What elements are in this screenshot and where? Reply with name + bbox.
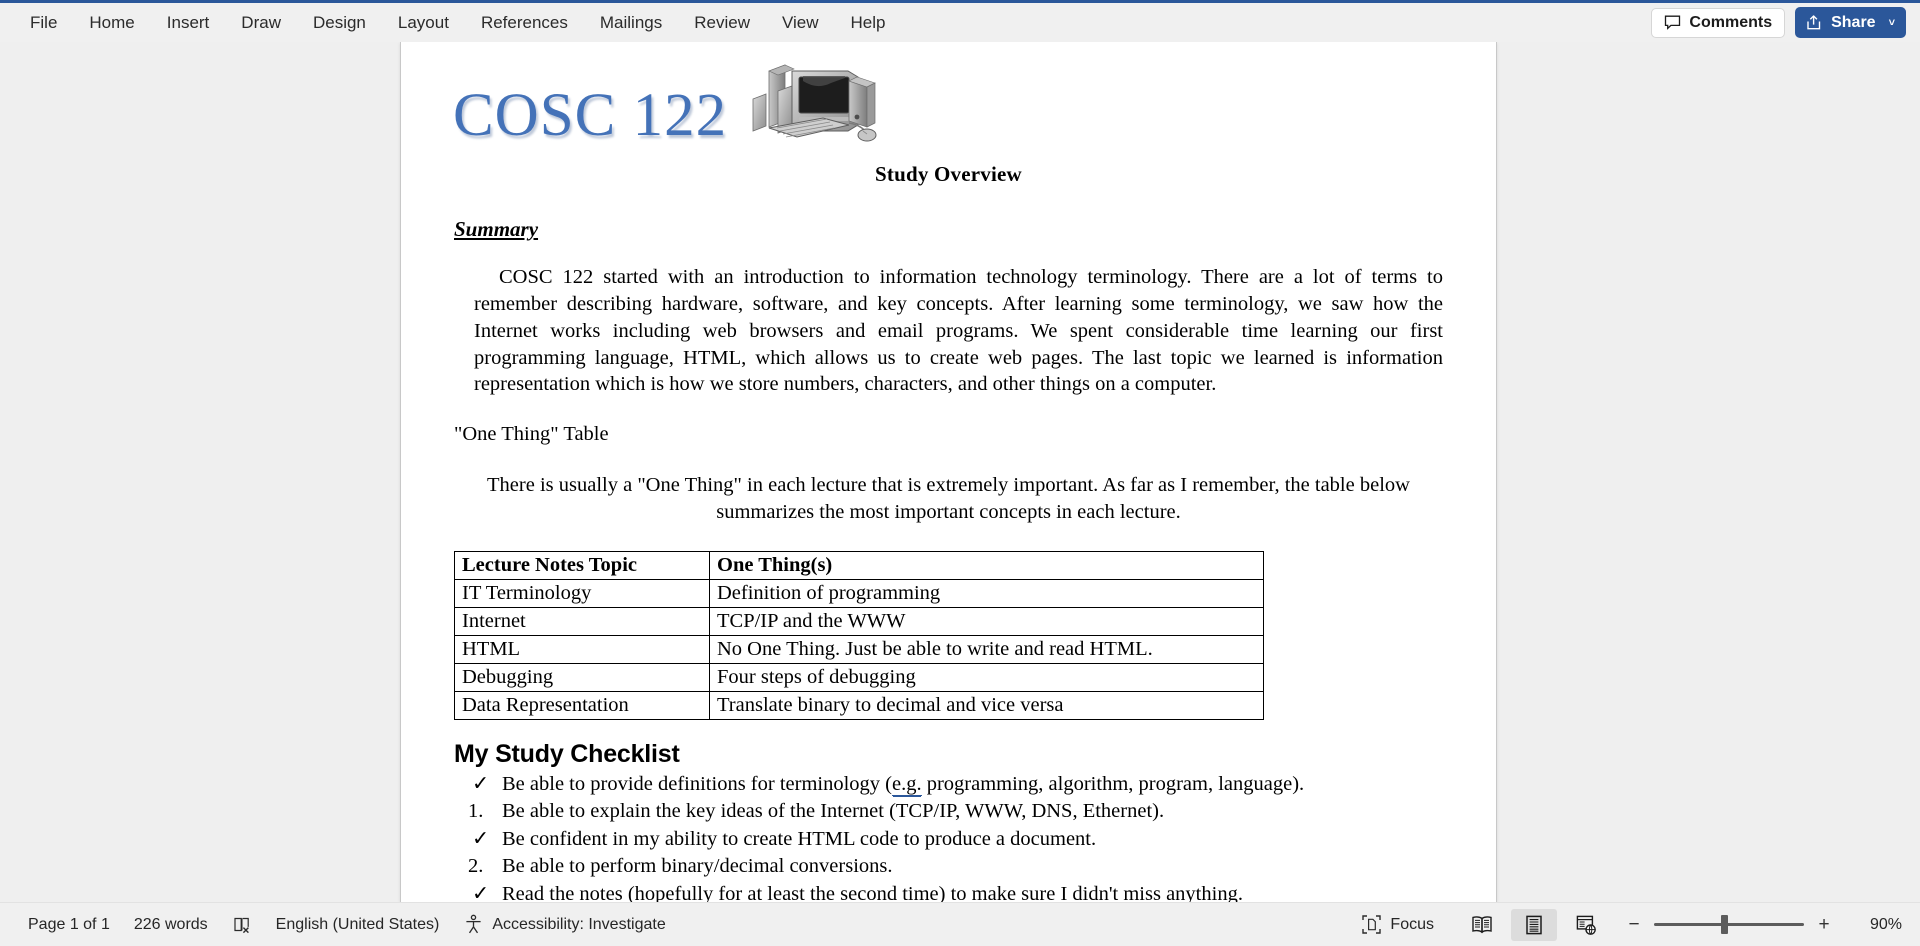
- summary-heading: Summary: [454, 217, 539, 241]
- table-row: Data Representation Translate binary to …: [454, 690, 1264, 720]
- document-page[interactable]: COSC 122 Study Overview Summary COSC 122…: [400, 42, 1497, 902]
- ribbon-tabs: File Home Insert Draw Design Layout Refe…: [0, 8, 902, 37]
- word-count-status[interactable]: 226 words: [122, 912, 220, 938]
- table-cell-topic: HTML: [454, 634, 710, 664]
- focus-label: Focus: [1390, 915, 1434, 933]
- print-layout-icon: [1524, 914, 1544, 936]
- list-item-text-before: Be able to provide definitions for termi…: [502, 772, 892, 795]
- document-header-banner: COSC 122: [446, 42, 1451, 150]
- proofing-status[interactable]: [220, 911, 264, 939]
- check-marker-icon: ✓: [472, 772, 490, 795]
- document-canvas: COSC 122 Study Overview Summary COSC 122…: [0, 42, 1920, 902]
- tab-view[interactable]: View: [766, 8, 835, 37]
- tab-references[interactable]: References: [465, 8, 584, 37]
- desktop-computer-clipart-icon: [745, 55, 893, 148]
- print-layout-button[interactable]: [1511, 908, 1557, 941]
- status-bar-right: Focus − + 90%: [1351, 908, 1920, 941]
- status-bar-left: Page 1 of 1 226 words English (United St…: [0, 910, 678, 939]
- page-content: COSC 122 Study Overview Summary COSC 122…: [401, 42, 1496, 902]
- list-item-text: Be able to explain the key ideas of the …: [502, 800, 1165, 823]
- tab-design[interactable]: Design: [297, 8, 382, 37]
- checklist-heading: My Study Checklist: [454, 739, 680, 768]
- zoom-slider[interactable]: [1654, 915, 1804, 934]
- table-cell-onething: Four steps of debugging: [709, 662, 1264, 692]
- table-cell-onething: Translate binary to decimal and vice ver…: [709, 690, 1264, 720]
- table-intro-paragraph: There is usually a "One Thing" in each l…: [487, 474, 1410, 523]
- table-row: HTML No One Thing. Just be able to write…: [454, 634, 1264, 664]
- table-header-row: Lecture Notes Topic One Thing(s): [454, 550, 1264, 580]
- list-item: 1. Be able to explain the key ideas of t…: [446, 798, 1451, 825]
- web-layout-icon: [1575, 914, 1597, 936]
- accessibility-icon: [463, 914, 484, 935]
- ribbon-actions: Comments Share ˅: [1651, 7, 1920, 38]
- table-cell-topic: IT Terminology: [454, 578, 710, 608]
- comments-button[interactable]: Comments: [1651, 7, 1786, 38]
- share-arrow-icon: [1806, 14, 1823, 31]
- comment-bubble-icon: [1664, 14, 1681, 31]
- zoom-level-label[interactable]: 90%: [1860, 916, 1902, 934]
- focus-mode-icon: [1361, 914, 1382, 935]
- tab-layout[interactable]: Layout: [382, 8, 465, 37]
- table-cell-onething: Definition of programming: [709, 578, 1264, 608]
- table-cell-topic: Data Representation: [454, 690, 710, 720]
- list-item-text: Read the notes (hopefully for at least t…: [502, 883, 1243, 902]
- table-cell-topic: Internet: [454, 606, 710, 636]
- list-item-text: Be confident in my ability to create HTM…: [502, 827, 1097, 850]
- page-number-label: Page 1 of 1: [28, 915, 110, 933]
- tab-help[interactable]: Help: [835, 8, 902, 37]
- tab-mailings[interactable]: Mailings: [584, 8, 678, 37]
- table-cell-onething: TCP/IP and the WWW: [709, 606, 1264, 636]
- tab-draw[interactable]: Draw: [225, 8, 297, 37]
- zoom-slider-thumb[interactable]: [1721, 915, 1728, 934]
- zoom-control: − + 90%: [1626, 914, 1902, 936]
- list-item-text: Be able to perform binary/decimal conver…: [502, 855, 893, 878]
- table-header-topic: Lecture Notes Topic: [454, 550, 710, 580]
- read-mode-button[interactable]: [1459, 909, 1505, 941]
- number-marker: 2.: [468, 855, 484, 878]
- tab-home[interactable]: Home: [73, 8, 150, 37]
- tab-insert[interactable]: Insert: [151, 8, 226, 37]
- share-label: Share: [1831, 13, 1876, 31]
- language-status[interactable]: English (United States): [264, 912, 452, 938]
- chevron-down-icon[interactable]: ˅: [1889, 17, 1895, 29]
- list-item: ✓ Read the notes (hopefully for at least…: [446, 881, 1451, 902]
- ribbon-tab-bar: File Home Insert Draw Design Layout Refe…: [0, 3, 1920, 42]
- language-label: English (United States): [275, 915, 440, 933]
- one-thing-table[interactable]: Lecture Notes Topic One Thing(s) IT Term…: [454, 550, 1264, 720]
- comments-label: Comments: [1689, 13, 1773, 31]
- focus-mode-button[interactable]: Focus: [1351, 910, 1444, 939]
- table-row: IT Terminology Definition of programming: [454, 578, 1264, 608]
- list-item: ✓ Be confident in my ability to create H…: [446, 826, 1451, 853]
- zoom-out-button[interactable]: −: [1626, 914, 1642, 936]
- list-item: ✓ Be able to provide definitions for ter…: [446, 771, 1451, 798]
- read-mode-icon: [1470, 914, 1494, 936]
- tab-review[interactable]: Review: [678, 8, 766, 37]
- list-item: 2. Be able to perform binary/decimal con…: [446, 853, 1451, 880]
- number-marker: 1.: [468, 800, 484, 823]
- table-cell-topic: Debugging: [454, 662, 710, 692]
- study-checklist: ✓ Be able to provide definitions for ter…: [446, 771, 1451, 902]
- one-thing-table-label: "One Thing" Table: [454, 423, 609, 446]
- proofing-errors-icon: [232, 915, 252, 935]
- table-row: Debugging Four steps of debugging: [454, 662, 1264, 692]
- table-cell-onething: No One Thing. Just be able to write and …: [709, 634, 1264, 664]
- table-row: Internet TCP/IP and the WWW: [454, 606, 1264, 636]
- check-marker-icon: ✓: [472, 827, 490, 850]
- page-number-status[interactable]: Page 1 of 1: [16, 912, 122, 938]
- status-bar: Page 1 of 1 226 words English (United St…: [0, 902, 1920, 946]
- accessibility-label: Accessibility: Investigate: [492, 915, 666, 933]
- zoom-in-button[interactable]: +: [1816, 914, 1832, 936]
- share-button[interactable]: Share ˅: [1795, 7, 1906, 38]
- web-layout-button[interactable]: [1563, 909, 1609, 941]
- list-item-text-after: programming, algorithm, program, languag…: [921, 772, 1305, 795]
- tab-file[interactable]: File: [14, 8, 73, 37]
- document-title: Study Overview: [875, 162, 1022, 186]
- check-marker-icon: ✓: [472, 883, 490, 902]
- table-header-onething: One Thing(s): [709, 550, 1264, 580]
- accessibility-status[interactable]: Accessibility: Investigate: [451, 910, 677, 939]
- word-count-label: 226 words: [133, 915, 208, 933]
- course-logo-text: COSC 122: [453, 82, 728, 149]
- summary-paragraph: COSC 122 started with an introduction to…: [474, 266, 1443, 396]
- grammar-flagged-text[interactable]: e.g.: [891, 772, 922, 796]
